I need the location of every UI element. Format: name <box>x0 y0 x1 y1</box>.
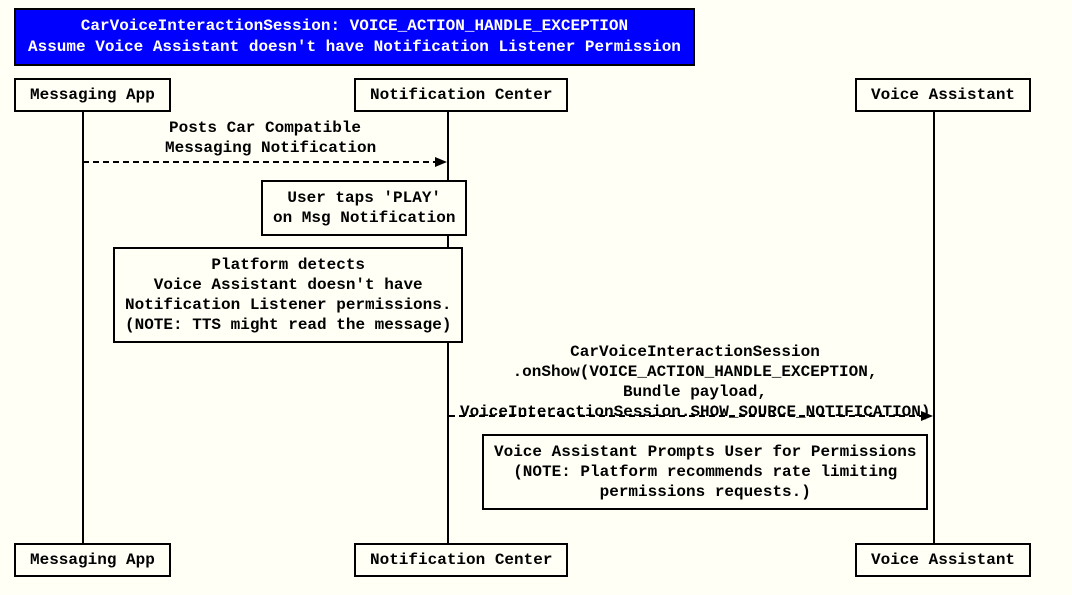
participant-label: Messaging App <box>30 86 155 104</box>
participant-label: Voice Assistant <box>871 86 1015 104</box>
participant-voice-assistant-bottom: Voice Assistant <box>855 543 1031 577</box>
participant-voice-assistant-top: Voice Assistant <box>855 78 1031 112</box>
message-arrow-1 <box>83 156 448 168</box>
participant-messaging-app-bottom: Messaging App <box>14 543 171 577</box>
participant-notification-center-top: Notification Center <box>354 78 568 112</box>
message-label-1: Posts Car Compatible Messaging Notificat… <box>165 118 365 158</box>
participant-notification-center-bottom: Notification Center <box>354 543 568 577</box>
participant-label: Voice Assistant <box>871 551 1015 569</box>
diagram-title-line2: Assume Voice Assistant doesn't have Noti… <box>28 37 681 58</box>
lifeline-messaging-app <box>82 107 84 543</box>
participant-messaging-app-top: Messaging App <box>14 78 171 112</box>
participant-label: Messaging App <box>30 551 155 569</box>
diagram-title-line1: CarVoiceInteractionSession: VOICE_ACTION… <box>28 16 681 37</box>
participant-label: Notification Center <box>370 86 552 104</box>
note-voice-assistant-prompts: Voice Assistant Prompts User for Permiss… <box>482 434 928 510</box>
note-user-taps-play: User taps 'PLAY' on Msg Notification <box>261 180 467 236</box>
note-platform-detects: Platform detects Voice Assistant doesn't… <box>113 247 463 343</box>
diagram-title: CarVoiceInteractionSession: VOICE_ACTION… <box>14 8 695 66</box>
message-arrow-2 <box>449 410 934 422</box>
participant-label: Notification Center <box>370 551 552 569</box>
lifeline-voice-assistant <box>933 107 935 543</box>
